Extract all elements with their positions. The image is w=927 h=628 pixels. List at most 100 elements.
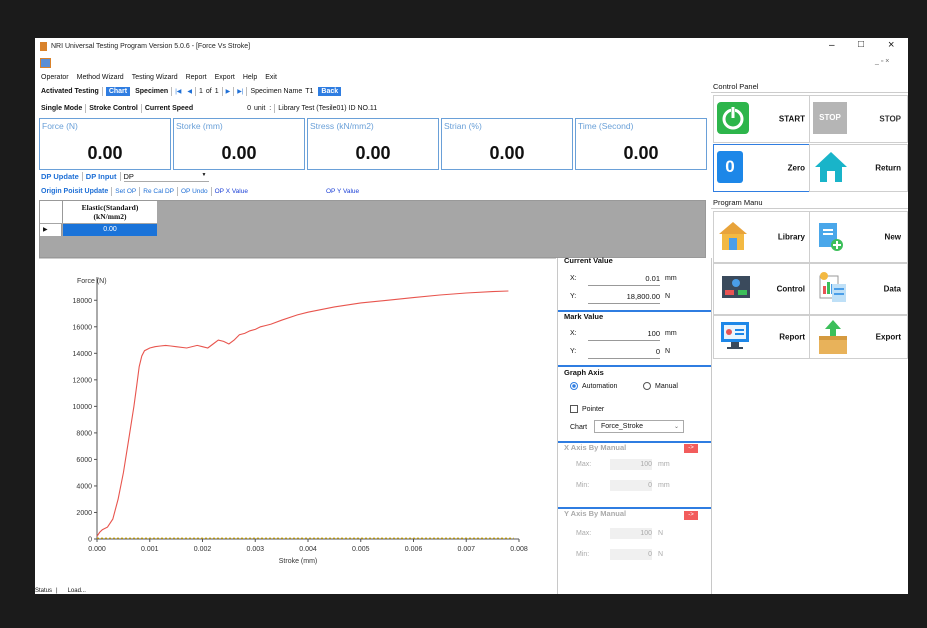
series-line-0	[96, 290, 509, 537]
mark-value-title: Mark Value	[564, 312, 604, 321]
next-record-icon[interactable]: ▶	[226, 88, 231, 95]
first-record-icon[interactable]: |◀	[175, 88, 181, 95]
specimen-name-value: T1	[305, 87, 314, 95]
report-button[interactable]: Report	[713, 315, 812, 359]
origin-point-update-button[interactable]: Origin Poisit Update	[41, 188, 108, 195]
y-tick-label: 2000	[76, 510, 92, 517]
chart-select[interactable]: Force_Stroke ⌄	[594, 420, 684, 433]
new-button[interactable]: New	[809, 211, 908, 263]
back-button[interactable]: Back	[318, 86, 342, 96]
checkbox-icon	[570, 405, 578, 413]
stat-label: Storke (mm)	[176, 121, 223, 131]
x-axis-apply-button[interactable]: ->	[684, 444, 698, 453]
menu-item-operator[interactable]: Operator	[41, 74, 69, 81]
stop-label: STOP	[879, 114, 901, 124]
y-axis-title: Force (N)	[77, 278, 107, 285]
op-bar: Origin Poisit Update Set OP Re Cal DP OP…	[41, 186, 359, 197]
export-box-icon	[816, 318, 850, 356]
mark-y-field[interactable]: 0	[588, 346, 660, 359]
current-x-field[interactable]: 0.01	[588, 273, 660, 286]
force-stroke-chart[interactable]: 0 2000 4000 6000 8000 10000 12000 14000 16000 180…	[39, 259, 556, 594]
y-max-field[interactable]: 100	[610, 528, 652, 539]
stop-button[interactable]: STOP STOP	[809, 95, 908, 143]
control-panel: Control Panel START STOP STOP 0 Zero Ret…	[711, 82, 908, 202]
menu-item-export[interactable]: Export	[215, 74, 235, 81]
y-axis-apply-button[interactable]: ->	[684, 511, 698, 520]
last-record-icon[interactable]: ▶|	[237, 88, 243, 95]
menu-bar: Operator Method Wizard Testing Wizard Repor…	[41, 72, 277, 82]
divider	[711, 208, 908, 209]
x-tick-label: 0.000	[88, 546, 106, 553]
zero-button[interactable]: 0 Zero	[713, 144, 812, 192]
activated-testing-button[interactable]: Activated Testing	[41, 88, 99, 95]
mdi-window-controls[interactable]: _ ▫ ×	[875, 58, 889, 65]
y-max-unit: N	[658, 530, 664, 537]
grid-row-marker[interactable]: ▶	[40, 224, 62, 236]
current-value-title: Current Value	[564, 256, 613, 265]
y-tick-label: 16000	[73, 324, 93, 331]
y-tick-label: 6000	[76, 457, 92, 464]
export-button[interactable]: Export	[809, 315, 908, 359]
stop-sign-icon: STOP	[813, 102, 847, 134]
data-button[interactable]: Data	[809, 263, 908, 315]
menu-item-testing-wizard[interactable]: Testing Wizard	[132, 74, 178, 81]
zero-label: Zero	[787, 163, 805, 173]
y-tick-label: 4000	[76, 483, 92, 490]
automation-radio[interactable]: Automation	[570, 382, 617, 390]
page-total: 1	[214, 87, 219, 95]
x-min-field[interactable]: 0	[610, 480, 652, 491]
menu-item-exit[interactable]: Exit	[265, 74, 277, 81]
library-button[interactable]: Library	[713, 211, 812, 263]
recal-dp-button[interactable]: Re Cal DP	[143, 188, 174, 195]
current-x-unit: mm	[665, 275, 677, 282]
pointer-checkbox[interactable]: Pointer	[570, 405, 604, 413]
automation-label: Automation	[582, 382, 618, 390]
return-label: Return	[875, 163, 901, 173]
y-tick-label: 8000	[76, 430, 92, 437]
dp-select[interactable]: DP ▼	[123, 171, 209, 182]
radio-checked-icon	[570, 382, 578, 390]
op-x-value-label: OP X Value	[214, 188, 248, 195]
minimize-button[interactable]: –	[829, 40, 835, 51]
y-tick-label: 0	[88, 537, 92, 544]
menu-item-help[interactable]: Help	[243, 74, 257, 81]
close-button[interactable]: ×	[888, 39, 894, 51]
manual-label: Manual	[655, 382, 678, 390]
mark-x-field[interactable]: 100	[588, 328, 660, 341]
current-y-field[interactable]: 18,800.00	[588, 291, 660, 304]
start-button[interactable]: START	[713, 95, 812, 143]
specimen-button[interactable]: Specimen	[135, 88, 168, 95]
page-number[interactable]: 1	[199, 88, 203, 95]
stat-value: 0.00	[221, 143, 257, 163]
set-op-button[interactable]: Set OP	[115, 188, 136, 195]
control-button[interactable]: Control	[713, 263, 812, 315]
dp-select-value: DP	[123, 171, 134, 181]
menu-item-method-wizard[interactable]: Method Wizard	[77, 74, 124, 81]
x-max-field[interactable]: 100	[610, 459, 652, 470]
dp-update-button[interactable]: DP Update	[41, 172, 79, 181]
chart-select-value: Force_Stroke	[601, 423, 644, 430]
grid-cell[interactable]: 0.00	[63, 224, 157, 236]
export-label: Export	[875, 332, 901, 342]
maximize-button[interactable]: □	[858, 39, 864, 50]
x-tick-label: 0.005	[352, 546, 370, 553]
control-settings-icon	[720, 272, 752, 304]
x-tick-label: 0.002	[194, 546, 212, 553]
y-tick-label: 14000	[73, 351, 93, 358]
chevron-down-icon: ⌄	[673, 424, 679, 430]
manual-radio[interactable]: Manual	[643, 382, 678, 390]
library-info: Library Test (Tesile01) ID NO.11	[278, 104, 378, 112]
data-chart-icon	[816, 270, 848, 306]
return-button[interactable]: Return	[809, 144, 908, 192]
stat-label: Force (N)	[42, 121, 78, 131]
stat-box-time: Time (Second) 0.00	[575, 118, 707, 170]
prev-record-icon[interactable]: ◀	[187, 88, 192, 95]
dp-input-button[interactable]: DP Input	[86, 172, 117, 181]
chart-button[interactable]: Chart	[105, 86, 131, 96]
dp-bar: DP Update DP Input DP ▼	[41, 171, 209, 182]
library-label: Library	[777, 232, 805, 242]
menu-item-report[interactable]: Report	[186, 74, 207, 81]
grid-header: Elastic(Standard) (kN/mm2)	[63, 201, 157, 223]
op-undo-button[interactable]: OP Undo	[181, 188, 208, 195]
y-min-field[interactable]: 0	[610, 549, 652, 560]
